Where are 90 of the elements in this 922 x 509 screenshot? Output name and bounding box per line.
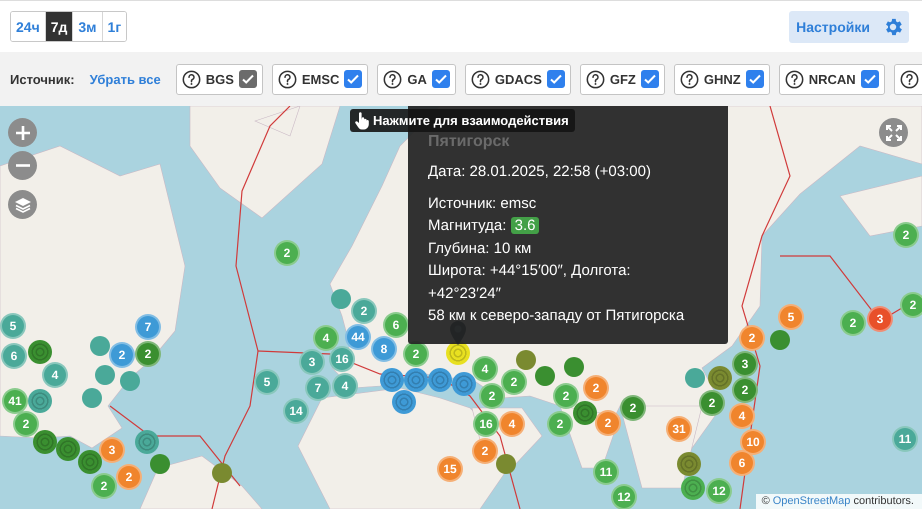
settings-button[interactable]: Настройки [789,10,909,42]
event-marker[interactable] [770,330,790,350]
cluster-marker[interactable]: 3 [732,351,758,377]
checkmark-icon [748,72,762,86]
zoom-in-button[interactable] [8,118,37,147]
checkmark-icon [862,72,877,86]
checkmark-icon [434,72,448,86]
event-marker[interactable] [33,430,57,454]
checkmark-icon [240,72,255,86]
help-icon [784,70,804,88]
popup-text: Широта: +44°15′00″, Долгота: +42°23′24″ [428,261,632,304]
map-attribution: © OpenStreetMap contributors. [756,494,922,509]
cluster-marker[interactable]: 2 [479,383,505,409]
fullscreen-icon [884,124,902,142]
magnitude-badge: 3.6 [510,217,540,234]
cluster-marker[interactable]: 3 [867,306,893,332]
event-marker[interactable] [56,437,80,461]
help-icon [278,70,297,88]
clear-all-link[interactable]: Убрать все [90,72,161,86]
time-range-tab[interactable]: 7д [44,12,72,41]
help-icon [680,70,699,88]
event-marker[interactable] [428,368,452,392]
cluster-marker[interactable]: 2 [739,325,765,351]
event-marker[interactable] [135,430,159,454]
cluster-marker[interactable]: 3 [299,349,325,375]
checkmark-icon [642,72,657,86]
popup-text: Дата: 28.01.2025, 22:58 (+03:00) [428,162,652,182]
source-chip[interactable] [894,64,922,94]
cluster-marker[interactable]: 2 [547,411,573,437]
cluster-marker[interactable]: 4 [313,325,339,351]
source-label: Источник: [10,72,75,86]
cluster-marker[interactable]: 11 [593,459,619,485]
checkbox[interactable] [860,70,879,88]
popup-text: Глубина: 10 км [428,238,532,258]
event-marker[interactable] [150,454,170,474]
help-icon [586,70,605,88]
checkbox[interactable] [344,70,362,88]
help-icon [470,70,490,88]
cluster-marker[interactable]: 2 [274,240,300,266]
event-marker[interactable] [452,372,476,396]
magnitude-label: Магнитуда: [428,217,508,234]
minus-icon [14,164,30,167]
hand-pointer-icon [354,112,370,130]
event-marker[interactable] [677,452,701,476]
event-marker[interactable] [120,371,140,391]
openstreetmap-link[interactable]: OpenStreetMap [772,495,850,507]
popup-text: Источник: emsc [428,194,538,214]
cluster-marker[interactable]: 12 [706,478,732,504]
cluster-marker[interactable]: 14 [283,398,309,424]
cluster-marker[interactable]: 12 [611,484,637,509]
cluster-marker[interactable]: 7 [305,375,331,401]
cluster-marker[interactable]: 6 [729,450,755,476]
interaction-hint: Нажмите для взаимодействия [350,109,575,132]
help-icon [900,70,919,88]
source-chip[interactable]: NRCAN [778,64,885,94]
help-icon [182,70,201,88]
plus-icon [14,124,30,140]
source-chip[interactable]: GA [377,64,456,94]
cluster-marker[interactable]: 11 [892,426,918,452]
checkbox[interactable] [746,70,764,88]
checkbox[interactable] [640,70,659,88]
cluster-marker[interactable]: 5 [254,369,280,395]
source-chip[interactable]: GHNZ [674,64,770,94]
cluster-marker[interactable]: 2 [91,473,117,499]
checkbox[interactable] [546,70,565,88]
help-icon [383,70,402,88]
cluster-marker[interactable]: 2 [732,377,758,403]
checkbox[interactable] [432,70,450,88]
cluster-marker[interactable]: 2 [116,464,142,490]
event-marker[interactable] [708,366,732,390]
event-marker[interactable] [681,476,705,500]
popup-text: 58 км к северо-западу от Пятигорска [428,306,686,326]
cluster-marker[interactable]: 2 [893,222,919,248]
cluster-marker[interactable]: 10 [740,429,766,455]
cluster-marker[interactable]: 2 [840,310,866,336]
layers-icon [14,196,32,214]
source-chip[interactable]: GFZ [580,64,665,94]
cluster-marker[interactable]: 5 [778,304,804,330]
event-marker[interactable] [78,450,102,474]
cluster-marker[interactable]: 2 [699,390,725,416]
time-range-tab[interactable]: 1г [102,12,126,41]
cluster-marker[interactable]: 3 [99,437,125,463]
cluster-marker[interactable]: 4 [729,403,755,429]
source-chip[interactable]: EMSC [272,64,368,94]
zoom-out-button[interactable] [8,151,37,180]
popup-title: Пятигорск [428,133,510,151]
checkmark-icon [548,72,563,86]
source-chip[interactable]: GDACS [464,64,571,94]
checkmark-icon [346,72,360,86]
cluster-marker[interactable]: 2 [900,292,922,318]
